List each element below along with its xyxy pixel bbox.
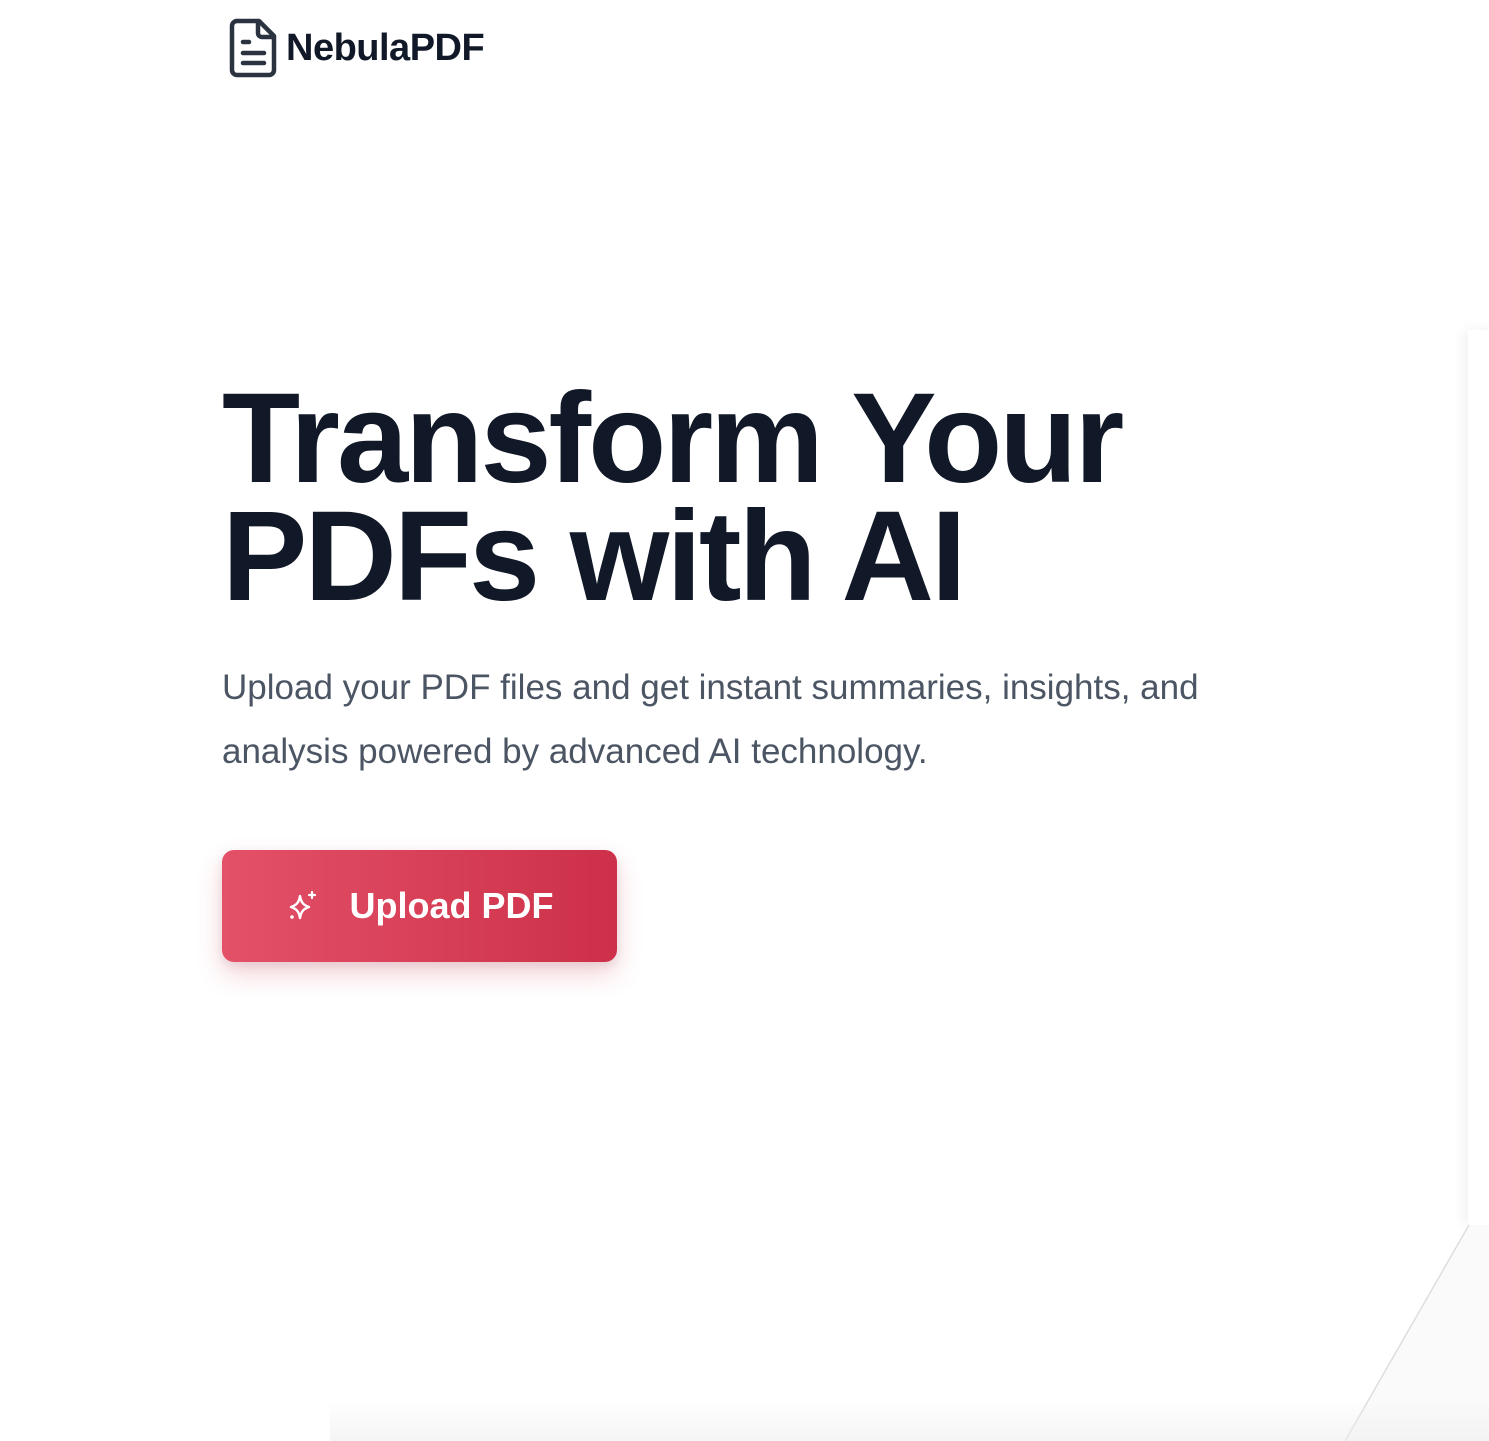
hero-title-line-1: Transform Your [222,367,1124,510]
sparkle-icon [286,889,320,923]
document-icon [226,16,280,80]
hero-section: Transform Your PDFs with AI Upload your … [222,367,1322,962]
upload-pdf-button[interactable]: Upload PDF [222,850,617,962]
hero-subtitle: Upload your PDF files and get instant su… [222,668,1199,771]
hero-title: Transform Your PDFs with AI [222,367,1322,628]
brand-name: NebulaPDF [286,26,485,69]
bottom-shadow [330,1400,1489,1441]
hero-title-line-2: PDFs with AI [222,485,967,628]
preview-panel-edge [1468,330,1489,1225]
upload-pdf-label: Upload PDF [349,885,554,926]
brand-logo-link[interactable]: NebulaPDF [226,16,485,80]
landing-page: NebulaPDF Transform Your PDFs with AI Up… [0,0,1489,1441]
